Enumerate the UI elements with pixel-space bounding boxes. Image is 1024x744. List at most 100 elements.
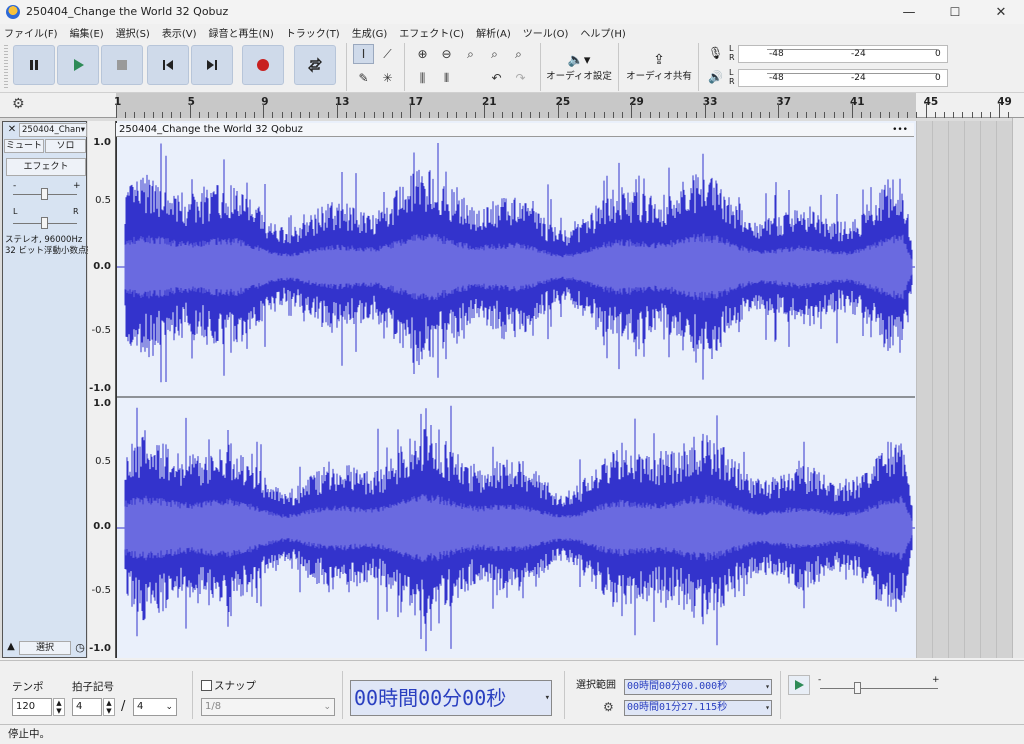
menu-tools[interactable]: ツール(O): [523, 25, 569, 40]
zoom-toggle-icon[interactable]: ⌕: [508, 44, 529, 64]
ruler-tick: [557, 104, 559, 118]
record-meter-channels: L R: [729, 44, 735, 62]
toolbar-grip[interactable]: [4, 45, 8, 89]
time-signature-numerator[interactable]: 4: [72, 698, 102, 716]
menu-tracks[interactable]: トラック(T): [286, 25, 340, 40]
audio-clip[interactable]: [116, 121, 916, 658]
pan-left-label: L: [13, 207, 18, 216]
selection-tool-icon[interactable]: I: [353, 44, 374, 64]
clock-icon[interactable]: ◷: [73, 641, 87, 655]
collapse-track-icon[interactable]: ▲: [4, 641, 18, 655]
minimize-button[interactable]: —: [886, 0, 932, 24]
multi-tool-icon[interactable]: ✳: [377, 68, 398, 88]
envelope-tool-icon[interactable]: ⟋: [377, 44, 398, 64]
close-button[interactable]: ✕: [978, 0, 1024, 24]
vertical-scrollbar[interactable]: [1012, 118, 1024, 658]
zoom-in-icon[interactable]: ⊕: [412, 44, 433, 64]
scale-label: -1.0: [89, 643, 111, 654]
microphone-icon[interactable]: 🎙: [708, 46, 723, 60]
skip-to-end-button[interactable]: [191, 45, 233, 85]
effects-button[interactable]: エフェクト: [6, 158, 86, 176]
zoom-out-icon[interactable]: ⊖: [436, 44, 457, 64]
audio-settings-button[interactable]: 🔈▾ オーディオ設定: [546, 45, 612, 89]
waveform[interactable]: [117, 137, 915, 657]
scale-label: 0.0: [93, 521, 111, 532]
empty-track-region[interactable]: [916, 121, 1012, 658]
record-button[interactable]: [242, 45, 284, 85]
tempo-input[interactable]: 120: [12, 698, 52, 716]
scale-label: -0.5: [91, 325, 111, 336]
skip-to-start-button[interactable]: [147, 45, 189, 85]
meter-R-label: R: [729, 77, 735, 86]
play-icon: [74, 59, 84, 71]
tempo-spinner[interactable]: ▲ ▼: [53, 698, 65, 716]
selection-end-field[interactable]: 00時間01分27.115秒 ▾: [624, 700, 772, 716]
select-track-button[interactable]: 選択: [19, 641, 71, 655]
vertical-amplitude-scale[interactable]: 1.0 0.5 0.0 -0.5 -1.0 1.0 0.5 0.0 -0.5 -…: [88, 121, 116, 658]
track-menu-button[interactable]: 250404_Chan ▾: [19, 123, 87, 137]
bottom-toolbar: テンポ 120 ▲ ▼ 拍子記号 4 ▲ ▼ / 4 ⌄ スナップ 1/8 ⌄ 00…: [0, 660, 1024, 724]
record-icon: [257, 59, 269, 71]
menu-edit[interactable]: 編集(E): [70, 25, 104, 40]
time-signature-denominator[interactable]: 4 ⌄: [133, 698, 177, 716]
clip-name: 250404_Change the World 32 Qobuz: [119, 124, 303, 135]
timeline-settings-gear-icon[interactable]: ⚙: [12, 96, 25, 112]
speed-plus-label: +: [932, 675, 940, 685]
toolbar-separator: [404, 43, 405, 91]
play-button[interactable]: [57, 45, 99, 85]
ruler-tick: [484, 104, 485, 118]
silence-audio-icon[interactable]: ⫴: [436, 68, 457, 88]
ruler-tick: [410, 104, 412, 118]
stop-icon: [117, 60, 127, 70]
play-speed-thumb[interactable]: [854, 682, 861, 694]
selection-end-value: 00時間01分27.115秒: [627, 702, 728, 713]
chevron-down-icon[interactable]: ▾: [545, 681, 550, 715]
menu-effect[interactable]: エフェクト(C): [399, 25, 464, 40]
fit-selection-icon[interactable]: ⌕: [460, 44, 481, 64]
menu-file[interactable]: ファイル(F): [4, 25, 58, 40]
menu-view[interactable]: 表示(V): [162, 25, 197, 40]
meter-R-label: R: [729, 53, 735, 62]
audio-share-button[interactable]: ⇪ オーディオ共有: [624, 45, 694, 89]
playback-meter[interactable]: -48 -24 0: [738, 69, 948, 87]
selection-settings-gear-icon[interactable]: ⚙: [603, 700, 614, 714]
record-meter[interactable]: -48 -24 0: [738, 45, 948, 63]
snap-select[interactable]: 1/8 ⌄: [201, 698, 335, 716]
redo-icon[interactable]: ↷: [510, 68, 531, 88]
solo-button[interactable]: ソロ: [45, 139, 86, 153]
maximize-button[interactable]: ☐: [932, 0, 978, 24]
stop-button[interactable]: [101, 45, 143, 85]
chevron-down-icon[interactable]: ▾: [765, 701, 770, 715]
trim-audio-icon[interactable]: ⫼: [412, 68, 433, 88]
toolbar-separator: [618, 43, 619, 91]
menu-analyze[interactable]: 解析(A): [476, 25, 511, 40]
clip-menu-icon[interactable]: •••: [892, 123, 908, 137]
tempo-label: テンポ: [12, 681, 44, 693]
draw-tool-icon[interactable]: ✎: [353, 68, 374, 88]
close-track-icon[interactable]: ✕: [6, 124, 18, 136]
selection-start-field[interactable]: 00時間00分00.000秒 ▾: [624, 679, 772, 695]
play-at-speed-button[interactable]: [788, 675, 810, 695]
fit-project-icon[interactable]: ⌕: [484, 44, 505, 64]
menu-select[interactable]: 選択(S): [116, 25, 150, 40]
menu-help[interactable]: ヘルプ(H): [580, 25, 625, 40]
toolbar-separator: [192, 671, 193, 719]
chevron-down-icon[interactable]: ▾: [765, 680, 770, 694]
pause-button[interactable]: [13, 45, 55, 85]
loop-button[interactable]: [294, 45, 336, 85]
snap-checkbox[interactable]: [201, 680, 212, 691]
pan-slider-thumb[interactable]: [41, 217, 48, 229]
menu-transport[interactable]: 録音と再生(N): [209, 25, 274, 40]
time-display[interactable]: 00時間00分00秒 ▾: [350, 680, 552, 716]
scale-label: -1.0: [89, 383, 111, 394]
undo-icon[interactable]: ↶: [486, 68, 507, 88]
numerator-spinner[interactable]: ▲ ▼: [103, 698, 115, 716]
speaker-settings-icon: 🔈▾: [567, 52, 591, 68]
clip-header[interactable]: 250404_Change the World 32 Qobuz •••: [116, 123, 914, 137]
menu-generate[interactable]: 生成(G): [352, 25, 388, 40]
toolbar-separator: [346, 43, 347, 91]
speaker-icon[interactable]: 🔊: [708, 70, 723, 84]
play-speed-slider[interactable]: [820, 688, 938, 689]
mute-button[interactable]: ミュート: [4, 139, 44, 153]
gain-slider-thumb[interactable]: [41, 188, 48, 200]
